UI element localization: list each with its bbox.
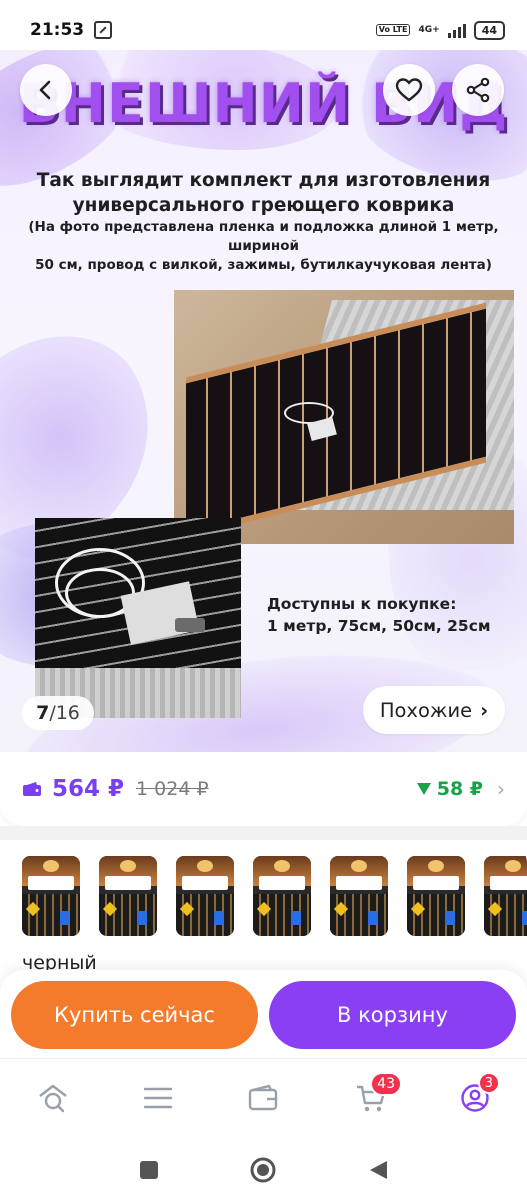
nav-cart[interactable]: 43 [354, 1072, 402, 1115]
availability-line: 1 метр, 75см, 50см, 25см [267, 617, 491, 635]
old-price: 1 024 ₽ [136, 778, 209, 800]
battery-icon: 44 [473, 20, 505, 40]
variant-thumbnail[interactable] [484, 856, 527, 936]
system-navigation [0, 1140, 527, 1200]
recents-button[interactable] [135, 1156, 163, 1184]
image-subtitle-line: Так выглядит комплект для изготовления [36, 170, 491, 191]
current-price: 564 ₽ [52, 776, 125, 802]
chevron-left-icon [39, 80, 51, 100]
image-counter-total: 16 [55, 702, 80, 724]
image-counter-current: 7 [36, 702, 50, 724]
image-note-line: 50 см, провод с вилкой, зажимы, бутилкау… [35, 257, 492, 273]
variant-selector: черный [0, 840, 527, 990]
similar-button[interactable]: Похожие › [363, 686, 505, 734]
availability-text: Доступны к покупке: 1 метр, 75см, 50см, … [267, 593, 491, 637]
variant-thumbnails [22, 856, 527, 936]
image-note-line: (На фото представлена пленка и подложка … [28, 219, 499, 254]
wallet-icon [248, 1084, 278, 1111]
share-button[interactable] [452, 64, 504, 116]
notification-icon [94, 21, 113, 39]
similar-button-label: Похожие [379, 698, 473, 722]
action-bar: Купить сейчас В корзину [0, 970, 527, 1058]
bottom-navigation: 43 3 [0, 1058, 527, 1140]
photo-film-on-foil [174, 290, 514, 544]
search-home-icon [39, 1084, 67, 1113]
square-icon [140, 1161, 158, 1179]
availability-line: Доступны к покупке: [267, 595, 457, 613]
catalog-icon [143, 1087, 173, 1109]
image-note: (На фото представлена пленка и подложка … [0, 218, 527, 275]
variant-thumbnail[interactable] [99, 856, 157, 936]
cart-badge: 43 [370, 1072, 402, 1096]
buy-now-button[interactable]: Купить сейчас [11, 981, 258, 1049]
nav-profile[interactable]: 3 [458, 1072, 500, 1115]
back-button[interactable] [20, 64, 72, 116]
triangle-back-icon [370, 1161, 387, 1179]
home-button[interactable] [249, 1156, 277, 1184]
price-row[interactable]: 564 ₽ 1 024 ₽ 58 ₽ › [0, 752, 527, 826]
favorite-button[interactable] [383, 64, 435, 116]
heart-icon [395, 78, 423, 102]
volte-icon: Vo LTE [375, 24, 411, 36]
back-system-button[interactable] [364, 1156, 392, 1184]
section-divider [0, 826, 527, 840]
add-to-cart-button[interactable]: В корзину [269, 981, 516, 1049]
share-icon [466, 77, 490, 103]
image-heading: ВНЕШНИЙ ВИД [18, 72, 509, 135]
product-image-gallery[interactable]: ВНЕШНИЙ ВИД Так выглядит комплект для из… [0, 50, 527, 752]
chevron-right-icon: › [480, 698, 489, 722]
variant-thumbnail[interactable] [330, 856, 388, 936]
network-type: 4G+ [418, 25, 440, 35]
screen: 21:53 Vo LTE 4G+ 44 ВНЕШНИЙ ВИД Так выгл… [0, 0, 527, 1200]
discount-amount: 58 ₽ [416, 778, 483, 800]
wallet-price-icon [23, 782, 41, 796]
discount-value: 58 ₽ [436, 778, 483, 800]
nav-home[interactable] [36, 1081, 70, 1115]
circle-icon [250, 1157, 276, 1183]
image-counter: 7 / 16 [22, 696, 94, 730]
status-time: 21:53 [30, 20, 85, 40]
photo-kit-contents [35, 518, 241, 718]
arrow-down-icon [416, 783, 431, 795]
variant-thumbnail[interactable] [253, 856, 311, 936]
variant-thumbnail[interactable] [407, 856, 465, 936]
nav-wallet[interactable] [246, 1081, 280, 1115]
status-indicators: Vo LTE 4G+ 44 [375, 20, 505, 40]
variant-thumbnail[interactable] [176, 856, 234, 936]
signal-icon [447, 22, 466, 38]
image-subtitle: Так выглядит комплект для изготовления у… [0, 168, 527, 218]
profile-badge: 3 [477, 1072, 500, 1094]
nav-catalog[interactable] [141, 1081, 175, 1115]
variant-thumbnail[interactable] [22, 856, 80, 936]
image-subtitle-line: универсального греющего коврика [72, 195, 455, 216]
chevron-right-icon: › [497, 777, 505, 801]
